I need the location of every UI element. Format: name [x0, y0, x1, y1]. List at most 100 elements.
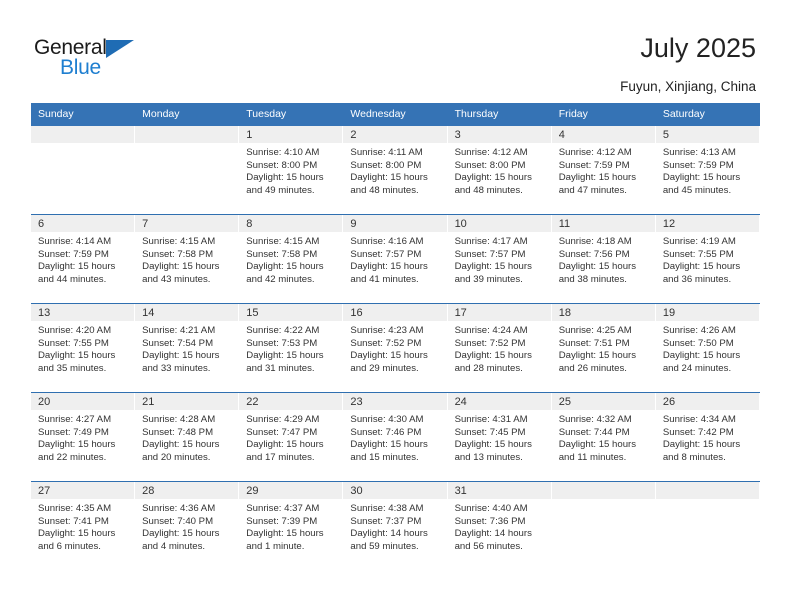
page-header: General Blue July 2025 Fuyun, Xinjiang, …: [0, 0, 792, 100]
sunset-text: Sunset: 7:51 PM: [558, 337, 630, 349]
day-info: Sunrise: 4:34 AM Sunset: 7:42 PM Daylight:…: [656, 410, 759, 464]
calendar-day-cell[interactable]: 12 Sunrise: 4:19 AM Sunset: 7:55 PM Dayligh…: [655, 214, 760, 304]
calendar-day-cell[interactable]: 27 Sunrise: 4:35 AM Sunset: 7:41 PM Dayligh…: [31, 481, 136, 570]
day-info: Sunrise: 4:17 AM Sunset: 7:57 PM Daylight:…: [448, 232, 551, 286]
calendar-day-cell[interactable]: 3 Sunrise: 4:12 AM Sunset: 8:00 PM Daylight…: [447, 126, 552, 215]
sunrise-text: Sunrise: 4:21 AM: [142, 325, 216, 336]
calendar-day-cell[interactable]: 28 Sunrise: 4:36 AM Sunset: 7:40 PM Dayligh…: [135, 481, 240, 570]
calendar-day-cell[interactable]: 1 Sunrise: 4:10 AM Sunset: 8:00 PM Daylight…: [239, 126, 344, 215]
calendar-day-cell[interactable]: 4 Sunrise: 4:12 AM Sunset: 7:59 PM Daylight…: [551, 126, 656, 215]
day-number: 22: [239, 393, 343, 410]
calendar-day-cell[interactable]: 16 Sunrise: 4:23 AM Sunset: 7:52 PM Dayligh…: [343, 303, 448, 393]
daylight-text: Daylight: 15 hours and 20 minutes.: [142, 439, 220, 463]
day-cell-inner: 18 Sunrise: 4:25 AM Sunset: 7:51 PM Dayligh…: [551, 304, 656, 392]
daylight-text: Daylight: 15 hours and 13 minutes.: [454, 439, 532, 463]
calendar-day-cell[interactable]: 10 Sunrise: 4:17 AM Sunset: 7:57 PM Dayligh…: [447, 214, 552, 304]
calendar-day-cell[interactable]: 25 Sunrise: 4:32 AM Sunset: 7:44 PM Dayligh…: [551, 392, 656, 482]
sunset-text: Sunset: 7:44 PM: [558, 426, 630, 438]
sunset-text: Sunset: 7:52 PM: [350, 337, 422, 349]
calendar-day-cell[interactable]: 17 Sunrise: 4:24 AM Sunset: 7:52 PM Dayligh…: [447, 303, 552, 393]
day-cell-inner: 23 Sunrise: 4:30 AM Sunset: 7:46 PM Dayligh…: [343, 393, 448, 481]
day-cell-inner: 19 Sunrise: 4:26 AM Sunset: 7:50 PM Dayligh…: [655, 304, 760, 392]
calendar-week-row: 27 Sunrise: 4:35 AM Sunset: 7:41 PM Dayligh…: [31, 481, 760, 570]
day-number: 26: [655, 393, 759, 410]
calendar-day-cell[interactable]: 29 Sunrise: 4:37 AM Sunset: 7:39 PM Dayligh…: [239, 481, 344, 570]
calendar-day-cell[interactable]: 8 Sunrise: 4:15 AM Sunset: 7:58 PM Daylight…: [239, 214, 344, 304]
calendar-cell-empty: [655, 481, 760, 570]
day-info: Sunrise: 4:23 AM Sunset: 7:52 PM Daylight:…: [343, 321, 446, 375]
sunrise-text: Sunrise: 4:30 AM: [350, 414, 424, 425]
daylight-text: Daylight: 15 hours and 49 minutes.: [246, 172, 324, 196]
daylight-text: Daylight: 15 hours and 4 minutes.: [142, 528, 220, 552]
day-info: Sunrise: 4:11 AM Sunset: 8:00 PM Daylight:…: [343, 143, 446, 197]
calendar-day-cell[interactable]: 11 Sunrise: 4:18 AM Sunset: 7:56 PM Dayligh…: [551, 214, 656, 304]
calendar-day-cell[interactable]: 24 Sunrise: 4:31 AM Sunset: 7:45 PM Dayligh…: [447, 392, 552, 482]
calendar-day-cell[interactable]: 26 Sunrise: 4:34 AM Sunset: 7:42 PM Dayligh…: [655, 392, 760, 482]
sunset-text: Sunset: 8:00 PM: [454, 159, 526, 171]
column-header-tuesday: Tuesday: [239, 103, 344, 126]
calendar-day-cell[interactable]: 7 Sunrise: 4:15 AM Sunset: 7:58 PM Daylight…: [135, 214, 240, 304]
daylight-text: Daylight: 15 hours and 28 minutes.: [454, 350, 532, 374]
sunrise-text: Sunrise: 4:15 AM: [142, 236, 216, 247]
sunrise-text: Sunrise: 4:18 AM: [558, 236, 632, 247]
sunrise-text: Sunrise: 4:24 AM: [454, 325, 528, 336]
day-info: Sunrise: 4:10 AM Sunset: 8:00 PM Daylight:…: [239, 143, 342, 197]
calendar-day-cell[interactable]: 2 Sunrise: 4:11 AM Sunset: 8:00 PM Daylight…: [343, 126, 448, 215]
sunrise-text: Sunrise: 4:29 AM: [246, 414, 320, 425]
brand-logo[interactable]: General Blue: [34, 36, 164, 82]
calendar-day-cell[interactable]: 15 Sunrise: 4:22 AM Sunset: 7:53 PM Dayligh…: [239, 303, 344, 393]
sunset-text: Sunset: 8:00 PM: [350, 159, 422, 171]
calendar-day-cell[interactable]: 23 Sunrise: 4:30 AM Sunset: 7:46 PM Dayligh…: [343, 392, 448, 482]
daylight-text: Daylight: 15 hours and 43 minutes.: [142, 261, 220, 285]
calendar-day-cell[interactable]: 22 Sunrise: 4:29 AM Sunset: 7:47 PM Dayligh…: [239, 392, 344, 482]
sunset-text: Sunset: 7:59 PM: [558, 159, 630, 171]
calendar-day-cell[interactable]: 30 Sunrise: 4:38 AM Sunset: 7:37 PM Dayligh…: [343, 481, 448, 570]
sunset-text: Sunset: 7:56 PM: [558, 248, 630, 260]
sunset-text: Sunset: 7:58 PM: [246, 248, 318, 260]
calendar-day-cell[interactable]: 20 Sunrise: 4:27 AM Sunset: 7:49 PM Dayligh…: [31, 392, 136, 482]
page-location: Fuyun, Xinjiang, China: [620, 79, 756, 94]
calendar-day-cell[interactable]: 9 Sunrise: 4:16 AM Sunset: 7:57 PM Daylight…: [343, 214, 448, 304]
sunrise-text: Sunrise: 4:17 AM: [454, 236, 528, 247]
sunset-text: Sunset: 7:59 PM: [662, 159, 734, 171]
day-cell-inner: [135, 126, 240, 214]
calendar-body: 1 Sunrise: 4:10 AM Sunset: 8:00 PM Daylight…: [31, 126, 760, 570]
calendar-day-cell[interactable]: 31 Sunrise: 4:40 AM Sunset: 7:36 PM Dayligh…: [447, 481, 552, 570]
daylight-text: Daylight: 15 hours and 47 minutes.: [558, 172, 637, 196]
sunset-text: Sunset: 7:55 PM: [662, 248, 734, 260]
day-cell-inner: 12 Sunrise: 4:19 AM Sunset: 7:55 PM Dayligh…: [655, 215, 760, 303]
calendar-header-row: Sunday Monday Tuesday Wednesday Thursday…: [31, 103, 760, 126]
daylight-text: Daylight: 15 hours and 44 minutes.: [38, 261, 116, 285]
column-header-sunday: Sunday: [31, 103, 136, 126]
daylight-text: Daylight: 15 hours and 36 minutes.: [662, 261, 741, 285]
calendar-day-cell[interactable]: 19 Sunrise: 4:26 AM Sunset: 7:50 PM Dayligh…: [655, 303, 760, 393]
day-cell-inner: 14 Sunrise: 4:21 AM Sunset: 7:54 PM Dayligh…: [135, 304, 240, 392]
daylight-text: Daylight: 15 hours and 48 minutes.: [454, 172, 532, 196]
column-header-wednesday: Wednesday: [343, 103, 448, 126]
daylight-text: Daylight: 15 hours and 17 minutes.: [246, 439, 324, 463]
sunset-text: Sunset: 7:41 PM: [38, 515, 109, 527]
day-number: 25: [551, 393, 655, 410]
column-header-friday: Friday: [551, 103, 656, 126]
day-cell-inner: [31, 126, 136, 214]
calendar-day-cell[interactable]: 6 Sunrise: 4:14 AM Sunset: 7:59 PM Daylight…: [31, 214, 136, 304]
day-number: 29: [239, 482, 343, 499]
calendar-day-cell[interactable]: 18 Sunrise: 4:25 AM Sunset: 7:51 PM Dayligh…: [551, 303, 656, 393]
day-info: Sunrise: 4:12 AM Sunset: 7:59 PM Daylight:…: [552, 143, 655, 197]
day-number: 14: [135, 304, 239, 321]
calendar-day-cell[interactable]: 5 Sunrise: 4:13 AM Sunset: 7:59 PM Daylight…: [655, 126, 760, 215]
calendar-day-cell[interactable]: 14 Sunrise: 4:21 AM Sunset: 7:54 PM Dayligh…: [135, 303, 240, 393]
daylight-text: Daylight: 15 hours and 45 minutes.: [662, 172, 741, 196]
calendar-day-cell[interactable]: 21 Sunrise: 4:28 AM Sunset: 7:48 PM Dayligh…: [135, 392, 240, 482]
day-number: 16: [343, 304, 447, 321]
day-cell-inner: [551, 482, 656, 570]
day-cell-inner: 1 Sunrise: 4:10 AM Sunset: 8:00 PM Daylight…: [239, 126, 344, 214]
day-number: 30: [343, 482, 447, 499]
sunrise-text: Sunrise: 4:11 AM: [350, 147, 423, 158]
calendar-day-cell[interactable]: 13 Sunrise: 4:20 AM Sunset: 7:55 PM Dayligh…: [31, 303, 136, 393]
day-number: [655, 482, 759, 499]
column-header-monday: Monday: [135, 103, 240, 126]
sunrise-text: Sunrise: 4:12 AM: [558, 147, 632, 158]
sunrise-text: Sunrise: 4:35 AM: [38, 503, 112, 514]
sunrise-text: Sunrise: 4:22 AM: [246, 325, 320, 336]
